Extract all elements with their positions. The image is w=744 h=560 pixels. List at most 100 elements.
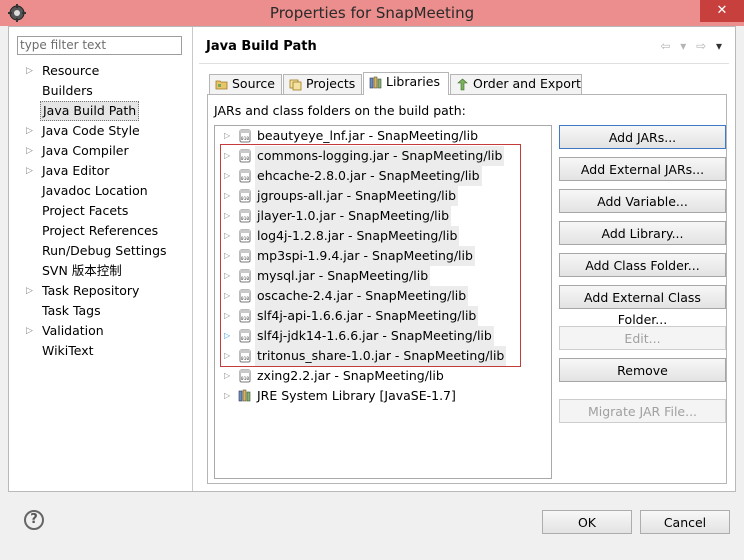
dropdown-icon[interactable]: ▾ [680, 39, 689, 53]
jar-row[interactable]: ▷ 010 beautyeye_lnf.jar - SnapMeeting/lib [215, 126, 551, 146]
jar-row[interactable]: ▷ 010 log4j-1.2.8.jar - SnapMeeting/lib [215, 226, 551, 246]
expand-arrow-icon[interactable]: ▷ [224, 386, 230, 406]
nav-item-project-references[interactable]: Project References [9, 221, 191, 241]
expand-arrow-icon[interactable]: ▷ [26, 281, 33, 301]
jar-row[interactable]: ▷ 010 mp3spi-1.9.4.jar - SnapMeeting/lib [215, 246, 551, 266]
nav-item-label: Run/Debug Settings [42, 243, 167, 258]
nav-item-label: Java Code Style [42, 123, 140, 138]
nav-item-java-build-path[interactable]: Java Build Path [9, 101, 191, 121]
remove-button[interactable]: Remove [559, 358, 726, 382]
migrate-jar-button[interactable]: Migrate JAR File... [559, 399, 726, 423]
nav-item-label: Java Compiler [42, 143, 129, 158]
jar-row[interactable]: ▷ 010 ehcache-2.8.0.jar - SnapMeeting/lib [215, 166, 551, 186]
nav-item-label: Javadoc Location [42, 183, 148, 198]
jar-row[interactable]: ▷ 010 slf4j-jdk14-1.6.6.jar - SnapMeeting/… [215, 326, 551, 346]
back-arrow-icon[interactable]: ⇦ [660, 39, 673, 53]
jar-row-label: commons-logging.jar - SnapMeeting/lib [255, 146, 505, 166]
jar-row-label: oscache-2.4.jar - SnapMeeting/lib [255, 286, 469, 306]
properties-nav-tree: ▷ Resource Builders Java Build Path ▷ Java Co… [9, 61, 191, 361]
edit-button[interactable]: Edit... [559, 326, 726, 350]
nav-item-project-facets[interactable]: Project Facets [9, 201, 191, 221]
jar-list[interactable]: ▷ 010 beautyeye_lnf.jar - SnapMeeting/lib ▷… [214, 125, 552, 479]
nav-item-task-repository[interactable]: ▷ Task Repository [9, 281, 191, 301]
jar-row[interactable]: ▷ 010 tritonus_share-1.0.jar - SnapMeeting… [215, 346, 551, 366]
jar-row[interactable]: ▷ 010 zxing2.2.jar - SnapMeeting/lib [215, 366, 551, 386]
add-class-folder-button[interactable]: Add Class Folder... [559, 253, 726, 277]
svg-text:010: 010 [241, 256, 249, 262]
nav-item-run-debug-settings[interactable]: Run/Debug Settings [9, 241, 191, 261]
tab-source[interactable]: Source [209, 74, 282, 94]
expand-arrow-icon[interactable]: ▷ [224, 306, 230, 326]
expand-arrow-icon[interactable]: ▷ [224, 246, 230, 266]
nav-item-wikitext[interactable]: WikiText [9, 341, 191, 361]
expand-arrow-icon[interactable]: ▷ [224, 166, 230, 186]
tab-order-and-export[interactable]: Order and Export [450, 74, 582, 94]
ok-button[interactable]: OK [542, 510, 632, 534]
jar-file-icon: 010 [238, 149, 252, 163]
jar-row-label: tritonus_share-1.0.jar - SnapMeeting/lib [255, 346, 507, 366]
tab-libraries[interactable]: Libraries [363, 72, 449, 95]
expand-arrow-icon[interactable]: ▷ [224, 146, 230, 166]
jar-row[interactable]: ▷ 010 jlayer-1.0.jar - SnapMeeting/lib [215, 206, 551, 226]
svg-text:010: 010 [241, 136, 249, 142]
add-external-class-folder-button[interactable]: Add External Class Folder... [559, 285, 726, 327]
add-variable-button[interactable]: Add Variable... [559, 189, 726, 213]
expand-arrow-icon[interactable]: ▷ [26, 141, 33, 161]
jar-row[interactable]: ▷ 010 commons-logging.jar - SnapMeeting/li… [215, 146, 551, 166]
nav-item-task-tags[interactable]: Task Tags [9, 301, 191, 321]
add-jars-button[interactable]: Add JARs... [559, 125, 726, 149]
window-title: Properties for SnapMeeting [269, 4, 475, 22]
nav-item-java-editor[interactable]: ▷ Java Editor [9, 161, 191, 181]
svg-text:010: 010 [241, 296, 249, 302]
left-nav-panel: ▷ Resource Builders Java Build Path ▷ Java Co… [9, 27, 193, 491]
jar-file-icon: 010 [238, 309, 252, 323]
expand-arrow-icon[interactable]: ▷ [224, 186, 230, 206]
expand-arrow-icon[interactable]: ▷ [224, 366, 230, 386]
jar-row[interactable]: ▷ 010 jgroups-all.jar - SnapMeeting/lib [215, 186, 551, 206]
expand-arrow-icon[interactable]: ▷ [224, 226, 230, 246]
expand-arrow-icon[interactable]: ▷ [26, 161, 33, 181]
tab-projects[interactable]: Projects [283, 74, 362, 94]
nav-item-builders[interactable]: Builders [9, 81, 191, 101]
jar-row-label: log4j-1.2.8.jar - SnapMeeting/lib [255, 226, 460, 246]
jar-row[interactable]: ▷ 010 slf4j-api-1.6.6.jar - SnapMeeting/li… [215, 306, 551, 326]
jar-row-label: slf4j-jdk14-1.6.6.jar - SnapMeeting/lib [255, 326, 494, 346]
expand-arrow-icon[interactable]: ▷ [26, 321, 33, 341]
nav-item-java-code-style[interactable]: ▷ Java Code Style [9, 121, 191, 141]
nav-item-label: Builders [42, 83, 93, 98]
nav-item-label: WikiText [42, 343, 94, 358]
jar-row-label: jlayer-1.0.jar - SnapMeeting/lib [255, 206, 452, 226]
close-window-button[interactable]: ✕ [700, 0, 744, 22]
expand-arrow-icon[interactable]: ▷ [26, 121, 33, 141]
expand-arrow-icon[interactable]: ▷ [26, 61, 33, 81]
nav-item-javadoc-location[interactable]: Javadoc Location [9, 181, 191, 201]
nav-item-validation[interactable]: ▷ Validation [9, 321, 191, 341]
jar-row-label: JRE System Library [JavaSE-1.7] [257, 388, 456, 403]
build-path-panel: Java Build Path ⇦ ▾ ⇨ ▾ Source Projects … [193, 27, 735, 491]
expand-arrow-icon[interactable]: ▷ [224, 126, 230, 146]
expand-arrow-icon[interactable]: ▷ [224, 286, 230, 306]
jar-row-label: mysql.jar - SnapMeeting/lib [255, 266, 431, 286]
page-title: Java Build Path [206, 39, 317, 54]
jar-row[interactable]: ▷ 010 mysql.jar - SnapMeeting/lib [215, 266, 551, 286]
expand-arrow-icon[interactable]: ▷ [224, 346, 230, 366]
view-menu-icon[interactable]: ▾ [716, 39, 725, 53]
filter-field-wrapper [17, 36, 182, 55]
help-icon[interactable]: ? [24, 510, 44, 530]
add-external-jars-button[interactable]: Add External JARs... [559, 157, 726, 181]
order-export-icon [457, 78, 468, 91]
filter-input[interactable] [18, 37, 182, 53]
nav-item-java-compiler[interactable]: ▷ Java Compiler [9, 141, 191, 161]
add-library-button[interactable]: Add Library... [559, 221, 726, 245]
expand-arrow-icon[interactable]: ▷ [224, 206, 230, 226]
nav-item-svn[interactable]: SVN 版本控制 [9, 261, 191, 281]
expand-arrow-icon[interactable]: ▷ [224, 266, 230, 286]
expand-arrow-icon[interactable]: ▷ [224, 326, 230, 346]
forward-arrow-icon[interactable]: ⇨ [696, 39, 709, 53]
nav-item-resource[interactable]: ▷ Resource [9, 61, 191, 81]
title-bar[interactable]: Properties for SnapMeeting ✕ [0, 0, 744, 26]
cancel-button[interactable]: Cancel [640, 510, 730, 534]
jre-library-row[interactable]: ▷ JRE System Library [JavaSE-1.7] [215, 386, 551, 406]
library-icon [238, 389, 252, 403]
jar-row[interactable]: ▷ 010 oscache-2.4.jar - SnapMeeting/lib [215, 286, 551, 306]
